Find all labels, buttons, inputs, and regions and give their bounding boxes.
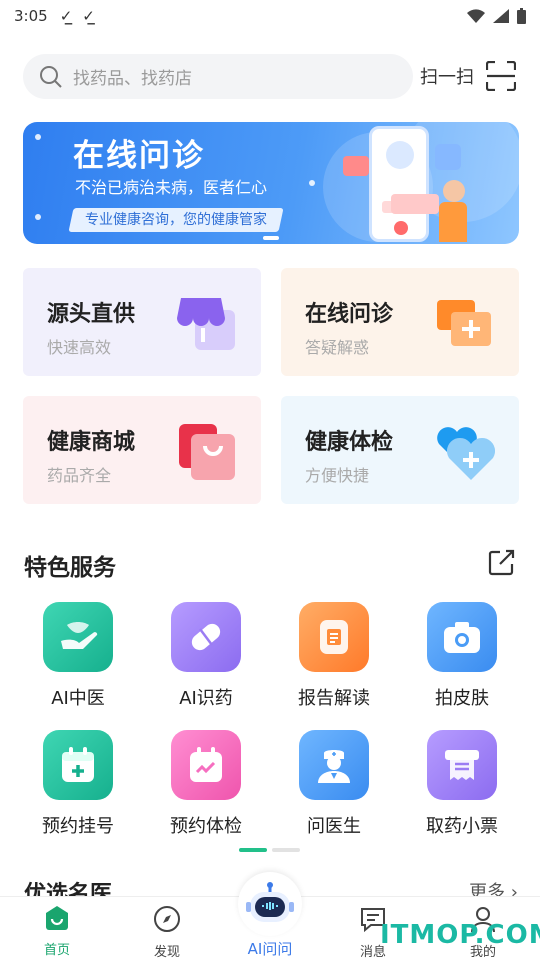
section-title-featured: 特色服务 <box>24 555 116 581</box>
service-label: 取药小票 <box>426 816 498 837</box>
banner-tag: 专业健康咨询，您的健康管家 <box>68 208 284 232</box>
tab-home[interactable]: 首页 <box>22 905 92 958</box>
banner-title: 在线问诊 <box>73 138 205 174</box>
card-subtitle: 药品齐全 <box>47 466 112 485</box>
card-subtitle: 方便快捷 <box>305 466 370 485</box>
service-skin-photo[interactable]: 拍皮肤 <box>398 602 526 710</box>
pager-dot <box>272 848 300 852</box>
wifi-icon <box>467 9 485 23</box>
tab-ai-label: AI问问 <box>247 940 293 958</box>
ai-pill-icon <box>171 602 241 672</box>
calendar-check-icon <box>171 730 241 800</box>
watermark: ITMOP.COM <box>380 920 540 950</box>
check-icon: ✓̲ <box>59 7 73 25</box>
card-title: 健康商城 <box>47 430 136 455</box>
battery-icon <box>517 8 526 24</box>
service-label: AI中医 <box>51 688 105 709</box>
card-title: 健康体检 <box>305 430 394 455</box>
service-appointment[interactable]: 预约挂号 <box>14 730 142 838</box>
chat-plus-icon <box>437 300 491 346</box>
service-label: 报告解读 <box>298 688 370 709</box>
search-placeholder: 找药品、找药店 <box>73 69 192 89</box>
card-subtitle: 快速高效 <box>47 338 112 357</box>
tab-discover[interactable]: 发现 <box>132 905 202 960</box>
service-ask-doctor[interactable]: 问医生 <box>270 730 398 838</box>
heart-plus-icon <box>437 427 495 480</box>
promo-banner[interactable]: 在线问诊 不治已病治未病，医者仁心 专业健康咨询，您的健康管家 <box>23 122 519 244</box>
featured-pager <box>239 848 300 852</box>
service-label: 预约体检 <box>170 816 242 837</box>
service-label: 问医生 <box>307 816 361 837</box>
service-ai-pill[interactable]: AI识药 <box>142 602 270 710</box>
tab-label: 发现 <box>153 945 180 960</box>
scan-button[interactable]: 扫一扫 <box>420 56 516 96</box>
status-time: 3:05 <box>14 7 48 25</box>
robot-icon <box>246 882 294 922</box>
card-health-mall[interactable]: 健康商城 药品齐全 <box>23 396 261 504</box>
scan-icon <box>486 61 516 91</box>
home-icon <box>46 906 68 930</box>
service-receipt[interactable]: 取药小票 <box>398 730 526 838</box>
service-label: 预约挂号 <box>42 816 114 837</box>
receipt-icon <box>427 730 497 800</box>
card-title: 源头直供 <box>47 302 136 327</box>
camera-icon <box>427 602 497 672</box>
signal-icon <box>493 9 509 23</box>
check-icon: ✓̲ <box>82 7 95 25</box>
service-checkup-booking[interactable]: 预约体检 <box>142 730 270 838</box>
banner-subtitle: 不治已病治未病，医者仁心 <box>75 178 268 197</box>
service-label: 拍皮肤 <box>435 688 489 709</box>
share-icon[interactable] <box>486 548 516 578</box>
status-bar: 3:05 ✓̲ ✓̲ <box>0 0 540 32</box>
shopping-bag-icon <box>179 424 235 480</box>
card-source-supply[interactable]: 源头直供 快速高效 <box>23 268 261 376</box>
ai-tcm-icon <box>43 602 113 672</box>
card-health-checkup[interactable]: 健康体检 方便快捷 <box>281 396 519 504</box>
card-title: 在线问诊 <box>305 302 394 327</box>
service-ai-tcm[interactable]: AI中医 <box>14 602 142 710</box>
service-report[interactable]: 报告解读 <box>270 602 398 710</box>
scan-label: 扫一扫 <box>420 67 474 88</box>
pager-dot-active <box>239 848 267 852</box>
calendar-plus-icon <box>43 730 113 800</box>
service-label: AI识药 <box>179 688 233 709</box>
report-icon <box>299 602 369 672</box>
compass-icon <box>154 906 180 932</box>
phone-illustration <box>369 126 429 242</box>
card-subtitle: 答疑解惑 <box>305 338 370 357</box>
store-icon <box>177 298 235 350</box>
search-input[interactable]: 找药品、找药店 <box>23 54 413 99</box>
doctor-icon <box>299 730 369 800</box>
card-online-consult[interactable]: 在线问诊 答疑解惑 <box>281 268 519 376</box>
tab-ai-button[interactable] <box>238 872 302 936</box>
search-icon <box>40 65 62 88</box>
tab-label: 首页 <box>43 943 70 958</box>
